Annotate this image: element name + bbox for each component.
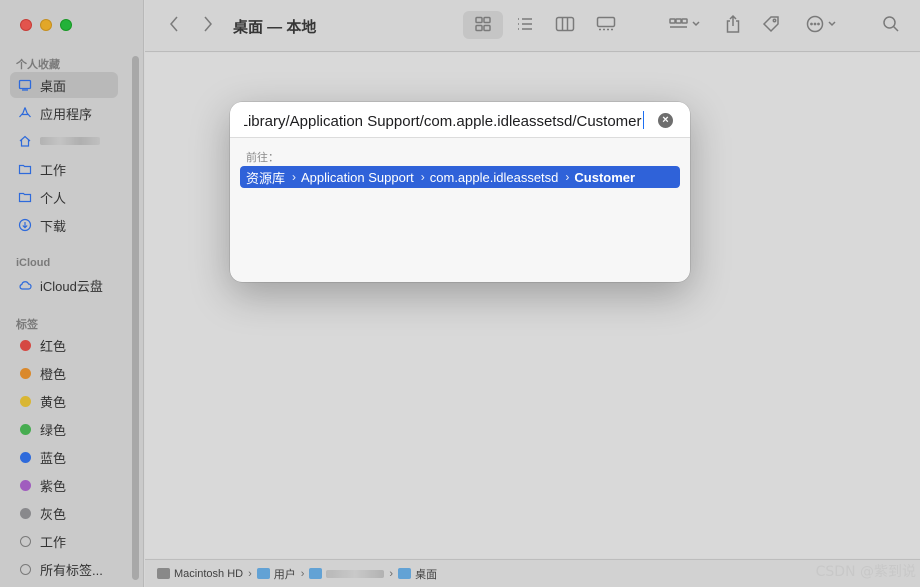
path-suggestion[interactable]: 资源库 › Application Support › com.apple.id…	[240, 166, 680, 188]
chevron-right-icon: ›	[420, 170, 425, 184]
close-icon: ×	[662, 114, 669, 126]
finder-window: 个人收藏 桌面 应用程序 工作 个人 下载 iCloud iCloud云盘 标签…	[0, 0, 920, 587]
suggestion-last-segment: Customer	[574, 169, 636, 185]
path-input-text: Library/Application Support/com.apple.id…	[244, 113, 642, 130]
watermark: CSDN @紫到说	[815, 564, 916, 580]
suggestion-segment: 资源库	[246, 170, 286, 186]
clear-input-button[interactable]: ×	[658, 113, 673, 128]
chevron-right-icon: ›	[565, 170, 570, 184]
text-caret	[642, 111, 644, 129]
modal-dim-overlay	[0, 0, 920, 587]
suggestion-segment: com.apple.idleassetsd	[429, 169, 559, 185]
go-to-path-input[interactable]: Library/Application Support/com.apple.id…	[230, 102, 690, 138]
path-input-value: Library/Application Support/com.apple.id…	[244, 111, 644, 130]
go-to-folder-dialog: Library/Application Support/com.apple.id…	[230, 102, 690, 282]
suggestion-segment: Application Support	[301, 169, 414, 185]
go-to-label: 前往：	[246, 152, 279, 164]
chevron-right-icon: ›	[292, 170, 297, 184]
